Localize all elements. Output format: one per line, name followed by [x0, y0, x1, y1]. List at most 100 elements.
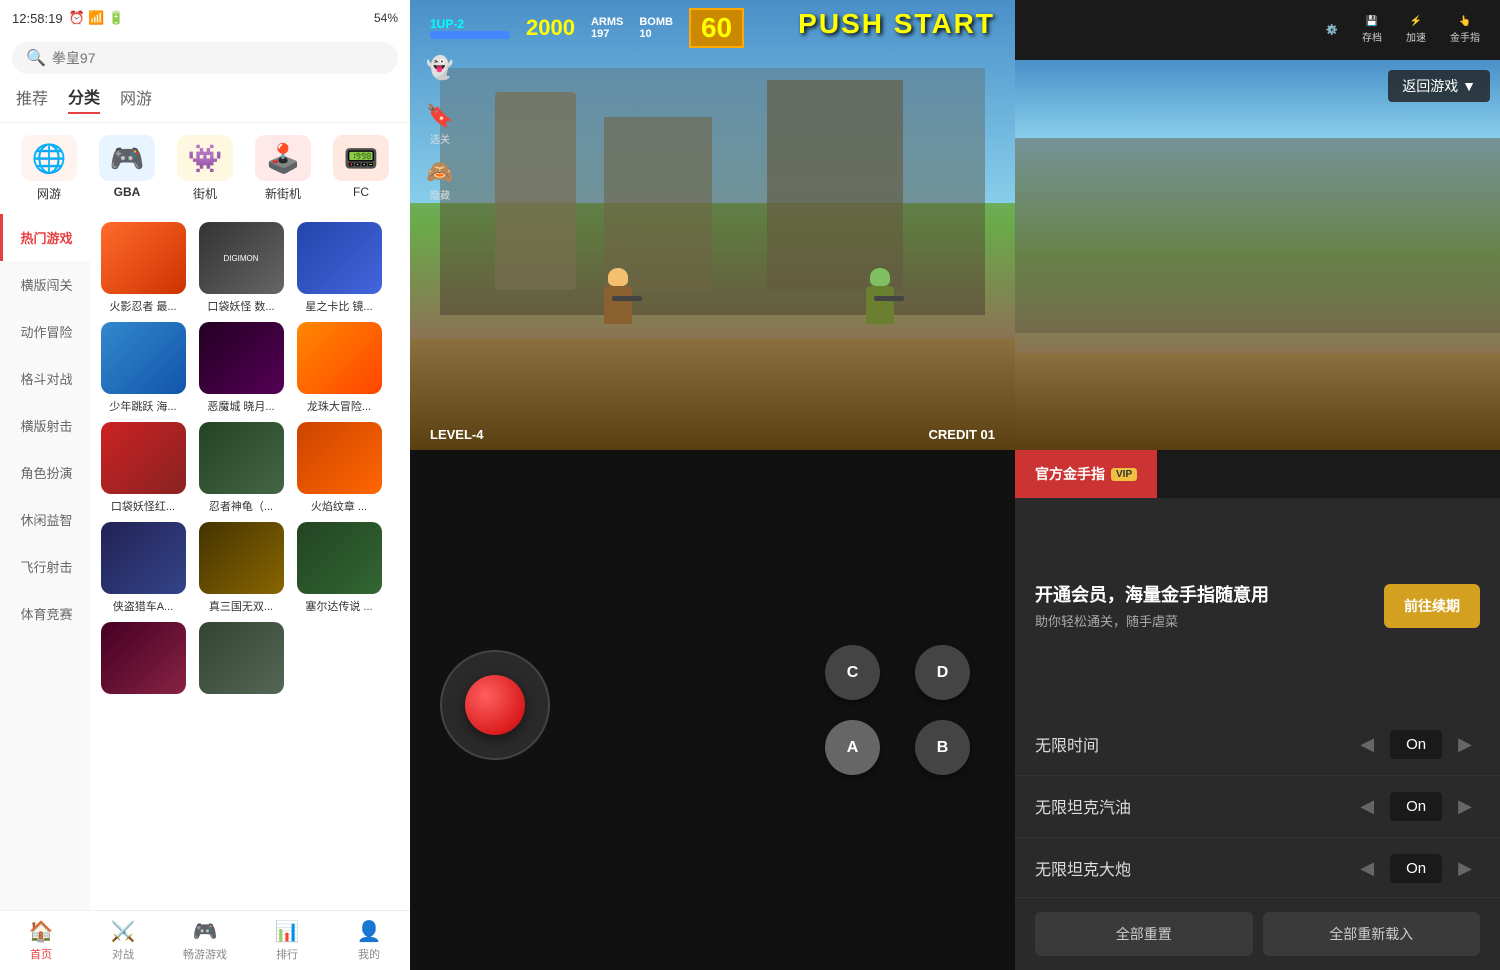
cheat-right-arrow-time[interactable]: ▶ [1450, 730, 1480, 759]
cheat-left-arrow-time[interactable]: ◀ [1352, 730, 1382, 759]
dpad-area [440, 650, 560, 770]
cheat-control-time: ◀ On ▶ [1352, 730, 1480, 759]
reload-all-button[interactable]: 全部重新载入 [1263, 912, 1481, 956]
hud-arms-val: 197 [591, 28, 623, 40]
sidebar-item-casual[interactable]: 休闲益智 [0, 496, 90, 543]
sidebar-item-action[interactable]: 动作冒险 [0, 308, 90, 355]
game-item-flame[interactable]: 火焰纹章 ... [294, 422, 384, 514]
cat-label-arcade: 街机 [193, 185, 217, 202]
cat-icon-arcade: 👾 [177, 135, 233, 181]
game-item-extra2[interactable] [196, 622, 286, 698]
cat-gba[interactable]: 🎮 GBA [97, 135, 157, 202]
cheat-icon: 👆 [1459, 16, 1471, 27]
bookmark-icon: 🔖 [426, 103, 453, 129]
games-row-5 [98, 622, 402, 698]
game-controls-area: C D A B [410, 450, 1015, 970]
game-item-ninja[interactable]: 忍者神龟（... [196, 422, 286, 514]
cat-arcade[interactable]: 👾 街机 [175, 135, 235, 202]
game-item-castlevania[interactable]: 恶魔城 晓月... [196, 322, 286, 414]
game-item-zelda[interactable]: 塞尔达传说 ... [294, 522, 384, 614]
game-item-card[interactable]: 星之卡比 镜... [294, 222, 384, 314]
cheat-footer: 全部重置 全部重新载入 [1015, 897, 1500, 970]
cheat-right-arrow-fuel[interactable]: ▶ [1450, 792, 1480, 821]
soldier-1-head [608, 268, 628, 286]
button-c[interactable]: C [825, 645, 880, 700]
button-d[interactable]: D [915, 645, 970, 700]
cat-online[interactable]: 🌐 网游 [19, 135, 79, 202]
sidebar-item-platformer[interactable]: 横版闯关 [0, 261, 90, 308]
action-buttons: C D A B [825, 645, 985, 775]
save-icon-btn[interactable]: 💾 存档 [1362, 16, 1382, 44]
game-name-flame: 火焰纹章 ... [297, 498, 382, 514]
status-bar: 12:58:19 ⏰ 📶 🔋 54% [0, 0, 410, 36]
settings-icon: ⚙️ [1326, 25, 1338, 36]
settings-icon-btn[interactable]: ⚙️ [1326, 25, 1338, 36]
game-thumb-dynasty [199, 522, 284, 594]
game-item-extra1[interactable] [98, 622, 188, 698]
sidebar-item-fighting[interactable]: 格斗对战 [0, 355, 90, 402]
promo-text: 开通会员，海量金手指随意用 助你轻松通关，随手虐菜 [1035, 581, 1269, 630]
game-item-gta[interactable]: 侠盗猎车A... [98, 522, 188, 614]
cheat-left-arrow-cannon[interactable]: ◀ [1352, 854, 1382, 883]
reset-all-button[interactable]: 全部重置 [1035, 912, 1253, 956]
promo-sub: 助你轻松通关，随手虐菜 [1035, 611, 1269, 630]
return-game-button[interactable]: 返回游戏 ▼ [1388, 70, 1490, 102]
bottom-nav-rank[interactable]: 📊 排行 [246, 911, 328, 970]
sidebar-item-flying[interactable]: 飞行射击 [0, 543, 90, 590]
bottom-nav-profile[interactable]: 👤 我的 [328, 911, 410, 970]
game-name-pocket: 口袋妖怪红... [101, 498, 186, 514]
bottom-nav-home[interactable]: 🏠 首页 [0, 911, 82, 970]
tab-recommend[interactable]: 推荐 [16, 85, 48, 113]
cat-label-gba: GBA [114, 185, 141, 199]
left-panel: 12:58:19 ⏰ 📶 🔋 54% 🔍 推荐 分类 网游 🌐 网游 🎮 [0, 0, 410, 970]
hide-label: 隐藏 [430, 187, 450, 202]
cat-new-arcade[interactable]: 🕹️ 新街机 [253, 135, 313, 202]
game-item-naruto[interactable]: 火影忍者 最... [98, 222, 188, 314]
soldier-2-head [870, 268, 890, 286]
sidebar-item-sports[interactable]: 体育竞赛 [0, 590, 90, 637]
tab-category[interactable]: 分类 [68, 84, 100, 114]
promo-button[interactable]: 前往续期 [1384, 584, 1480, 628]
sidebar-item-rpg[interactable]: 角色扮演 [0, 449, 90, 496]
hud-score-area: 2000 [526, 15, 575, 41]
cheat-icon-btn[interactable]: 👆 金手指 [1450, 16, 1480, 44]
game-item-digimon[interactable]: DIGIMON 口袋妖怪 数... [196, 222, 286, 314]
bottom-nav-battle[interactable]: ⚔️ 对战 [82, 911, 164, 970]
cheat-items: 无限时间 ◀ On ▶ 无限坦克汽油 ◀ On ▶ 无限坦克大炮 ◀ [1015, 714, 1500, 898]
bookmark-icon-btn[interactable]: 🔖 选关 [412, 96, 468, 152]
game-item-dragon[interactable]: 龙珠大冒险... [294, 322, 384, 414]
tab-online[interactable]: 网游 [120, 85, 152, 113]
game-hud-top: 1UP-2 2000 ARMS 197 BOMB 10 60 [410, 8, 1015, 48]
sidebar-item-shooter[interactable]: 横版射击 [0, 402, 90, 449]
search-input[interactable] [52, 50, 384, 66]
game-item-shounen[interactable]: 少年跳跃 海... [98, 322, 188, 414]
dpad-circle[interactable] [440, 650, 550, 760]
search-wrap[interactable]: 🔍 [12, 42, 398, 74]
cheat-right-arrow-cannon[interactable]: ▶ [1450, 854, 1480, 883]
button-b[interactable]: B [915, 720, 970, 775]
game-thumb-castlevania [199, 322, 284, 394]
cheat-tab[interactable]: 官方金手指 VIP [1015, 450, 1157, 498]
cat-fc[interactable]: 📟 FC [331, 135, 391, 202]
hud-bomb-label: BOMB [639, 16, 673, 28]
game-view-ruins [1015, 138, 1500, 333]
cheat-control-cannon: ◀ On ▶ [1352, 854, 1480, 883]
cheat-value-time: On [1390, 730, 1442, 759]
right-top-icons: ⚙️ 💾 存档 ⚡ 加速 👆 金手指 [1015, 0, 1500, 60]
hud-big-num: 60 [689, 8, 744, 48]
boost-icon-btn[interactable]: ⚡ 加速 [1406, 16, 1426, 44]
button-a[interactable]: A [825, 720, 880, 775]
cheat-left-arrow-fuel[interactable]: ◀ [1352, 792, 1382, 821]
battery: 54% [374, 11, 398, 25]
game-item-pocket[interactable]: 口袋妖怪红... [98, 422, 188, 514]
joystick-ball[interactable] [465, 675, 525, 735]
game-item-dynasty[interactable]: 真三国无双... [196, 522, 286, 614]
sidebar-item-hot[interactable]: 热门游戏 [0, 214, 90, 261]
bottom-nav-play[interactable]: 🎮 畅游游戏 [164, 911, 246, 970]
hide-icon-btn[interactable]: 🙈 隐藏 [412, 152, 468, 208]
ghost-icon-btn[interactable]: 👻 [412, 40, 468, 96]
game-thumb-zelda [297, 522, 382, 594]
ghost-icon: 👻 [426, 55, 453, 81]
game-thumb-shounen [101, 322, 186, 394]
cheat-panel: 官方金手指 VIP 开通会员，海量金手指随意用 助你轻松通关，随手虐菜 前往续期… [1015, 450, 1500, 970]
